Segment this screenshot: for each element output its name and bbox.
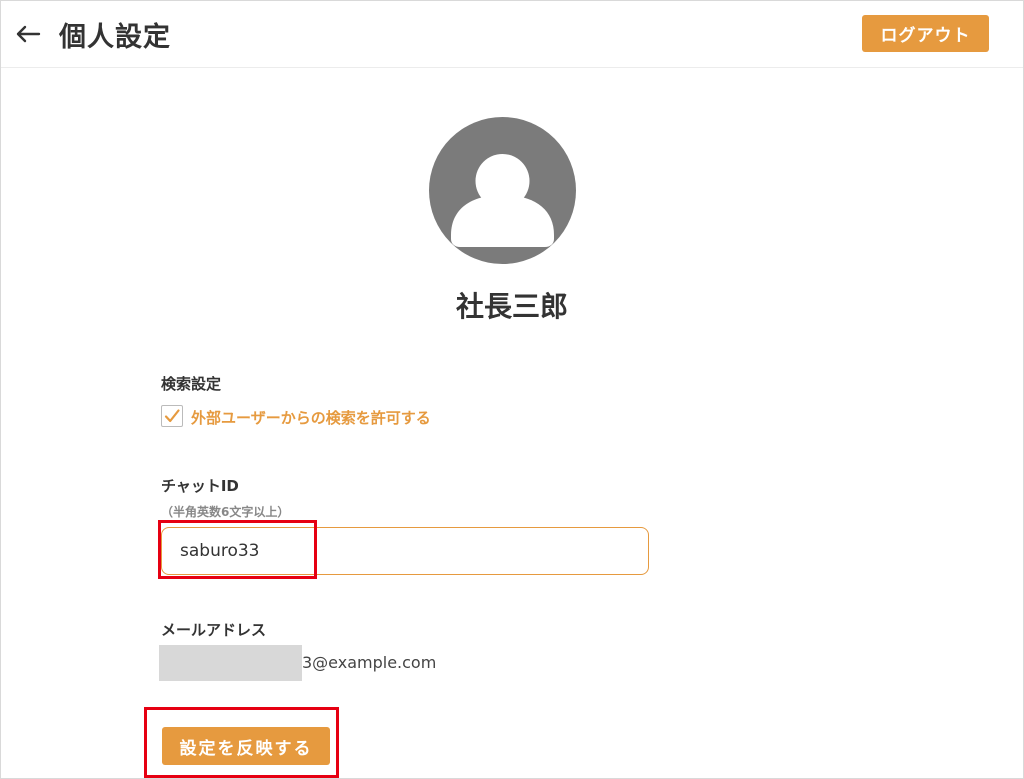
- page-frame: 個人設定 ログアウト 社長三郎 検索設定 外部ユーザーからの検索を許可する チャ…: [0, 0, 1024, 779]
- page-title: 個人設定: [59, 22, 171, 53]
- chat-id-hint: （半角英数6文字以上）: [161, 505, 290, 519]
- user-silhouette-icon: [451, 154, 554, 247]
- arrow-left-icon[interactable]: [13, 19, 43, 49]
- allow-external-search-label[interactable]: 外部ユーザーからの検索を許可する: [191, 407, 431, 428]
- email-value: 3@example.com: [302, 653, 437, 672]
- avatar: [429, 117, 576, 264]
- apply-settings-button[interactable]: 設定を反映する: [162, 727, 330, 765]
- logout-button[interactable]: ログアウト: [862, 15, 989, 52]
- allow-external-search-checkbox[interactable]: [161, 405, 183, 427]
- search-settings-label: 検索設定: [161, 375, 222, 393]
- check-icon: [164, 409, 180, 423]
- chat-id-input[interactable]: [161, 527, 649, 575]
- header: 個人設定 ログアウト: [1, 1, 1023, 68]
- email-label: メールアドレス: [161, 621, 267, 639]
- chat-id-label: チャットID: [161, 477, 239, 495]
- user-name: 社長三郎: [455, 290, 568, 323]
- email-redaction-mask: [159, 645, 302, 681]
